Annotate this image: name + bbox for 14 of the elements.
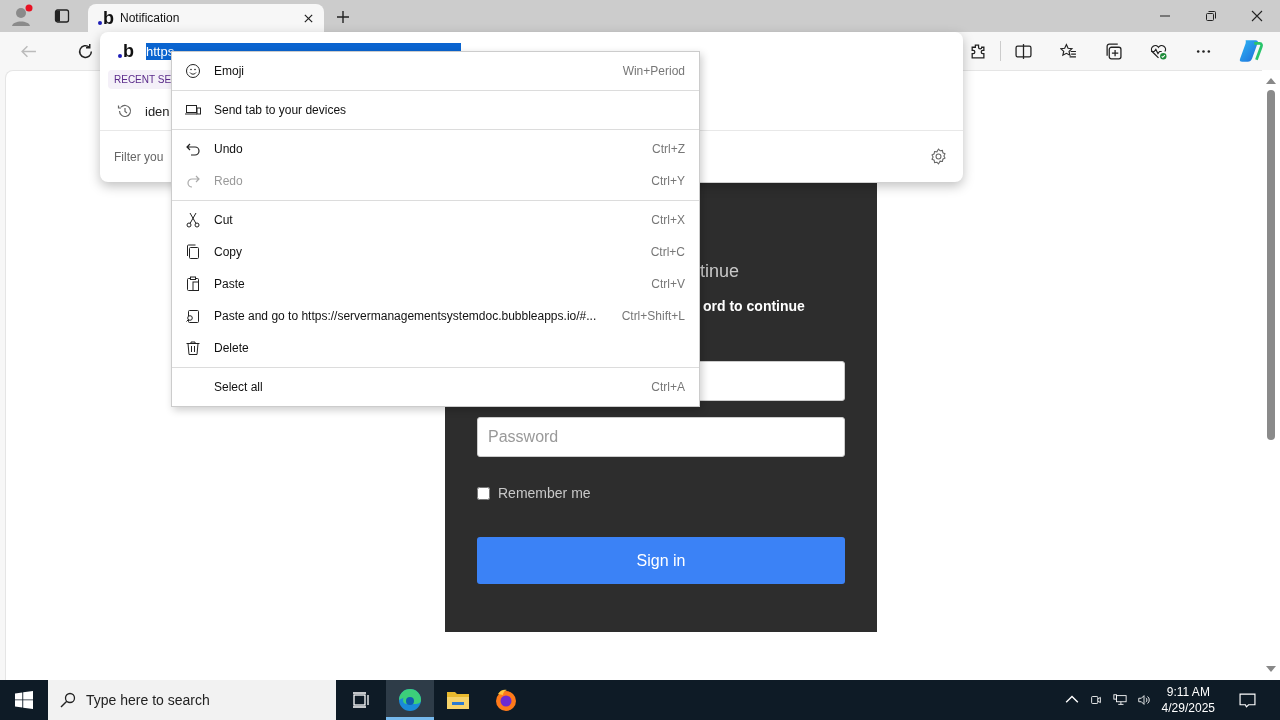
shortcut-text: Ctrl+X [651, 213, 685, 227]
logo-glyph: b [123, 42, 134, 60]
shortcut-text: Ctrl+Shift+L [621, 309, 685, 323]
shortcut-text: Win+Period [622, 64, 685, 78]
remember-label: Remember me [498, 485, 591, 501]
login-subtitle: ord to continue [703, 297, 805, 315]
login-heading: tinue [700, 261, 740, 281]
logo-glyph: b [103, 9, 114, 27]
tab-title: Notification [120, 11, 181, 25]
shortcut-text: Ctrl+V [651, 277, 685, 291]
shortcut-text: Ctrl+Y [651, 174, 685, 188]
shortcut-text: Ctrl+A [651, 380, 685, 394]
shortcut-text: Ctrl+Z [652, 142, 685, 156]
shortcut-text: Ctrl+C [650, 245, 685, 259]
